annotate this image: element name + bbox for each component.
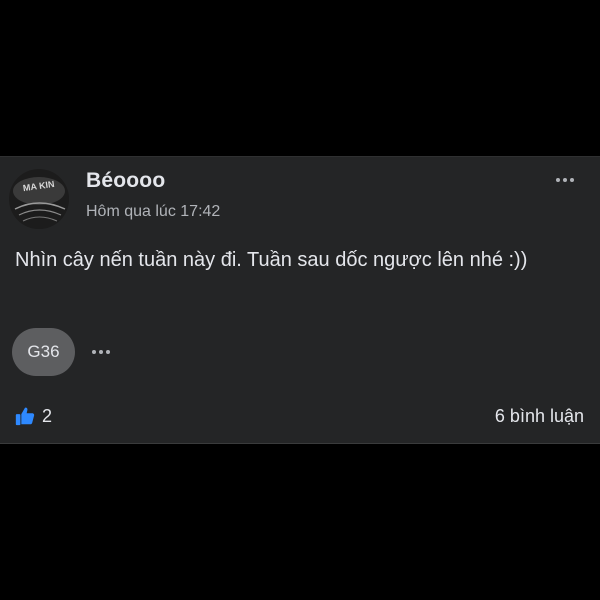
post-card: MA KIN Béoooo Hôm qua lúc 17:42 Nhìn cây…	[0, 156, 600, 444]
comments-count-link[interactable]: 6 bình luận	[495, 406, 584, 427]
avatar[interactable]: MA KIN	[9, 169, 69, 229]
avatar-image: MA KIN	[9, 169, 69, 229]
tag-pill[interactable]: G36	[12, 328, 75, 376]
post-options-button[interactable]	[550, 169, 580, 191]
more-horizontal-icon	[556, 178, 560, 182]
like-count: 2	[42, 405, 53, 426]
reactions-summary[interactable]: 2	[14, 405, 52, 427]
post-text: Nhìn cây nến tuần này đi. Tuần sau dốc n…	[15, 249, 528, 271]
post-timestamp[interactable]: Hôm qua lúc 17:42	[86, 203, 220, 221]
more-horizontal-icon	[92, 350, 96, 354]
thumbs-up-icon	[14, 405, 36, 427]
author-name[interactable]: Béoooo	[86, 169, 165, 193]
more-tags-button[interactable]	[86, 341, 116, 363]
